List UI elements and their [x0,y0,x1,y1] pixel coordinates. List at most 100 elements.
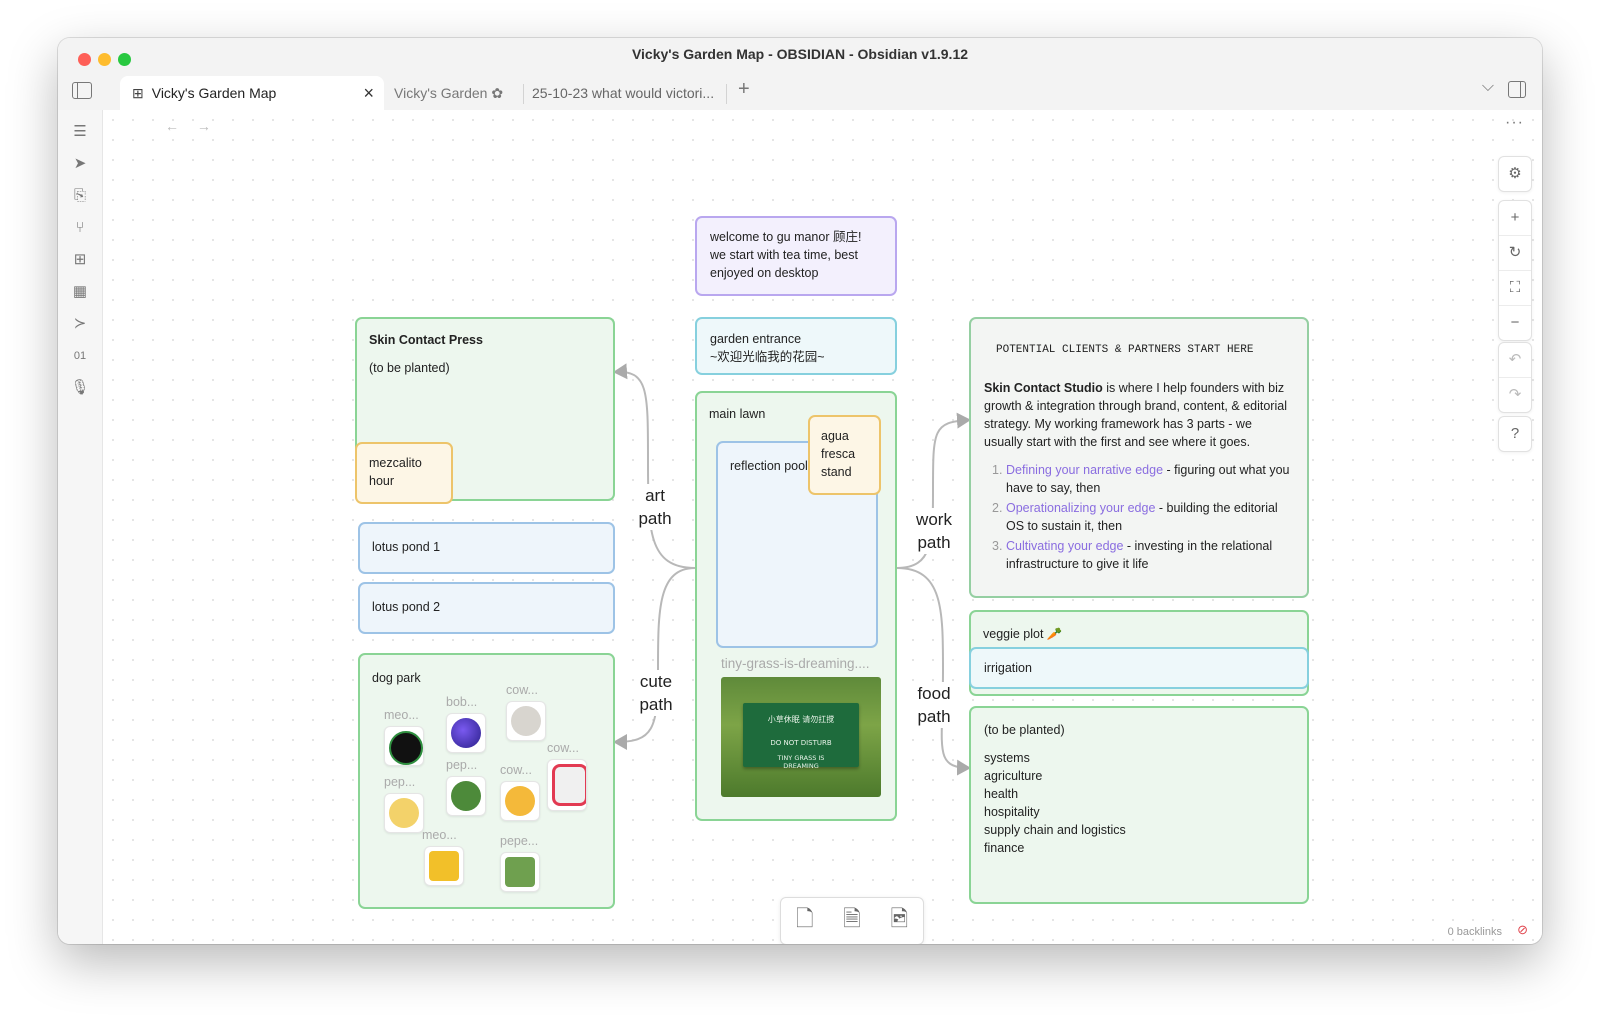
operationalizing-edge-link[interactable]: Operationalizing your edge [1006,501,1155,515]
lotus-pond-1-card[interactable]: lotus pond 1 [358,522,615,574]
title-bar: Vicky's Garden Map - OBSIDIAN - Obsidian… [58,38,1542,72]
lotus-pond-2-card[interactable]: lotus pond 2 [358,582,615,634]
terminal-icon[interactable]: ≻ [70,314,90,334]
meow-cat-emoji[interactable] [424,846,464,886]
edge-art-path [613,363,696,569]
tab-bar: ⊞ Vicky's Garden Map × Vicky's Garden ✿ … [58,72,1542,111]
sector-item: health [984,787,1019,801]
cultivating-edge-link[interactable]: Cultivating your edge [1006,539,1123,553]
sector-item: hospitality [984,805,1040,819]
tab-divider [726,84,727,104]
entrance-title: garden entrance [710,332,802,346]
main-lawn-group[interactable]: main lawn reflection pool agua fresca st… [695,391,897,821]
agua-fresca-card[interactable]: agua fresca stand [808,415,881,495]
irrigation-card[interactable]: irrigation [969,647,1309,689]
potential-clients-card[interactable]: POTENTIAL CLIENTS & PARTNERS START HERE … [969,317,1309,598]
cow-emoji[interactable] [506,701,546,741]
tab-vickys-garden-map[interactable]: ⊞ Vicky's Garden Map × [120,76,384,110]
entrance-subtitle: ~欢迎光临我的花园~ [710,350,825,364]
potential-clients-heading: POTENTIAL CLIENTS & PARTNERS START HERE [996,344,1254,356]
canvas-icon[interactable]: ⊞ [70,250,90,270]
meow-emoji[interactable] [384,726,424,766]
emoji-label: pep... [384,775,416,789]
framework-step-1: 1. Defining your narrative edge - figurin… [992,463,1290,495]
cute-path-label: cute path [635,670,677,716]
sector-item: supply chain and logistics [984,823,1126,837]
left-sidebar-toggle-icon[interactable] [72,82,92,99]
emoji-label: cow... [500,763,532,777]
narrative-edge-link[interactable]: Defining your narrative edge [1006,463,1163,477]
sector-item: agriculture [984,769,1043,783]
microphone-icon[interactable]: 🎙 [70,378,90,398]
sectors-card[interactable]: (to be planted) systems agriculture heal… [969,706,1309,904]
sector-item: systems [984,751,1030,765]
cowboy-emoji[interactable] [500,781,540,821]
food-path-label: food path [911,682,957,728]
emoji-label: cow... [547,741,579,755]
pepe-drink-emoji[interactable] [500,852,540,892]
edge-food-path [896,567,971,776]
tiny-grass-title: tiny-grass-is-dreaming.... [721,656,870,671]
dog-park-label: dog park [372,671,421,685]
veggie-plot-group[interactable]: veggie plot 🥕 irrigation [969,610,1309,696]
calendar-icon[interactable]: ▦ [70,282,90,302]
pepe-hat-emoji[interactable] [384,793,424,833]
new-tab-icon[interactable]: + [738,78,750,101]
backlinks-count[interactable]: 0 backlinks [1448,926,1502,938]
welcome-card[interactable]: welcome to gu manor 顾庄! we start with te… [695,216,897,296]
dog-park-group[interactable]: dog park meo... bob... cow... cow... pep… [358,653,615,909]
ribbon: ☰ ➤ ⎘ ⑂ ⊞ ▦ ≻ 01 🎙 [58,110,103,944]
emoji-label: pep... [446,758,478,772]
tab-label: Vicky's Garden ✿ [394,84,504,101]
empty-card-icon[interactable]: 🗋 [796,902,814,940]
art-path-label: art path [635,484,675,530]
binary-icon[interactable]: 01 [70,346,90,366]
framework-list: 1. Defining your narrative edge - figurin… [984,461,1294,573]
file-search-icon[interactable]: ⎘ [70,186,90,206]
emoji-label: pepe... [500,834,539,848]
bob-emoji[interactable] [446,713,486,753]
right-sidebar-toggle-icon[interactable] [1508,81,1526,98]
media-card-icon[interactable]: 🖻 [890,902,908,940]
hello-kitty-emoji[interactable] [547,759,587,811]
note-card-icon[interactable]: 🗎 [843,902,861,940]
graph-icon[interactable]: ⑂ [70,218,90,238]
framework-step-2: 2. Operationalizing your edge - building … [992,501,1278,533]
studio-name: Skin Contact Studio [984,381,1103,395]
send-icon[interactable]: ➤ [70,154,90,174]
sign-text-cn: 小草休眠 请勿扛搅 [767,715,835,724]
emoji-label: meo... [422,828,457,842]
tab-label: 25-10-23 what would victori... [532,85,715,101]
skin-contact-press-title: Skin Contact Press [369,333,483,347]
sign-board: 小草休眠 请勿扛搅 DO NOT DISTURB TINY GRASS IS D… [743,703,859,770]
tab-list-chevron-icon[interactable]: ⌵ [1482,78,1494,96]
close-tab-icon[interactable]: × [363,83,374,104]
veggie-plot-label: veggie plot 🥕 [983,627,1063,641]
sectors-heading: (to be planted) [984,723,1065,737]
tab-divider [523,84,524,104]
sectors-list: systems agriculture health hospitality s… [984,749,1294,857]
sign-text-en2: TINY GRASS IS DREAMING [777,754,825,770]
emoji-label: cow... [506,683,538,697]
tab-label: Vicky's Garden Map [151,85,277,101]
sign-text-en: DO NOT DISTURB [770,739,832,747]
skin-contact-press-group[interactable]: Skin Contact Press (to be planted) mezca… [355,317,615,504]
main-lawn-label: main lawn [709,407,766,421]
tab-journal[interactable]: 25-10-23 what would victori... [532,76,728,110]
work-path-label: work path [911,508,957,554]
window-title: Vicky's Garden Map - OBSIDIAN - Obsidian… [631,46,969,62]
sync-off-icon[interactable]: ⊘ [1517,922,1528,938]
garden-entrance-card[interactable]: garden entrance ~欢迎光临我的花园~ [695,317,897,375]
studio-paragraph: Skin Contact Studio is where I help foun… [984,379,1294,451]
canvas-icon: ⊞ [132,84,144,101]
files-icon[interactable]: ☰ [70,122,90,142]
tiny-grass-photo: 小草休眠 请勿扛搅 DO NOT DISTURB TINY GRASS IS D… [721,677,881,797]
obsidian-window: Vicky's Garden Map - OBSIDIAN - Obsidian… [58,38,1542,944]
emoji-label: meo... [384,708,419,722]
pepe-emoji[interactable] [446,776,486,816]
emoji-label: bob... [446,695,478,709]
canvas-card-toolbar: 🗋 🗎 🖻 [780,897,924,944]
framework-step-3: 3. Cultivating your edge - investing in t… [992,539,1273,571]
canvas-area[interactable]: ← → ··· ⚙ + ↻ ⛶ − ↶ ↷ ? welcome to gu ma… [103,110,1542,944]
mezcalito-hour-card[interactable]: mezcalito hour [355,442,453,504]
